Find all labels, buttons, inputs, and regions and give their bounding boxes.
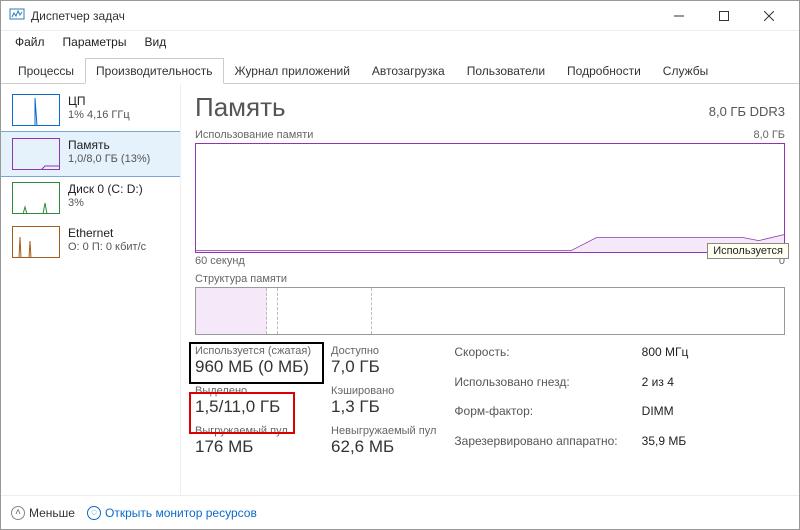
spec-speed-label: Скорость: bbox=[454, 345, 617, 369]
usage-graph-label: Использование памяти bbox=[195, 129, 313, 141]
spec-form-value: DIMM bbox=[642, 404, 689, 428]
stat-available-value: 7,0 ГБ bbox=[331, 357, 436, 377]
tab-app-history[interactable]: Журнал приложений bbox=[224, 58, 361, 84]
tab-performance[interactable]: Производительность bbox=[85, 58, 223, 84]
spec-reserved-label: Зарезервировано аппаратно: bbox=[454, 434, 617, 458]
spec-slots-value: 2 из 4 bbox=[642, 375, 689, 399]
structure-seg-inuse bbox=[196, 288, 267, 334]
stat-paged-value: 176 МБ bbox=[195, 437, 311, 457]
sidebar-item-sub: 3% bbox=[68, 197, 143, 211]
spec-reserved-value: 35,9 МБ bbox=[642, 434, 689, 458]
app-icon bbox=[9, 6, 25, 25]
stat-committed-label: Выделено bbox=[195, 385, 311, 397]
resmon-icon: ◌ bbox=[87, 506, 101, 520]
memory-capacity: 8,0 ГБ DDR3 bbox=[709, 104, 785, 119]
disk-thumb-icon bbox=[12, 182, 60, 214]
structure-seg-free bbox=[372, 288, 784, 334]
memory-usage-graph[interactable] bbox=[195, 143, 785, 253]
footer: ˄ Меньше ◌ Открыть монитор ресурсов bbox=[1, 495, 799, 529]
sidebar-item-label: Ethernet bbox=[68, 226, 146, 241]
fewer-details-button[interactable]: ˄ Меньше bbox=[11, 506, 75, 520]
stat-inuse-label: Используется (сжатая) bbox=[195, 345, 311, 357]
minimize-button[interactable] bbox=[656, 1, 701, 31]
content-area: ЦП 1% 4,16 ГГц Память 1,0/8,0 ГБ (13%) Д… bbox=[1, 84, 799, 495]
window-title: Диспетчер задач bbox=[31, 9, 125, 23]
spec-slots-label: Использовано гнезд: bbox=[454, 375, 617, 399]
sidebar-item-ethernet[interactable]: Ethernet О: 0 П: 0 кбит/с bbox=[1, 220, 180, 264]
open-resmon-link[interactable]: ◌ Открыть монитор ресурсов bbox=[87, 506, 257, 520]
cpu-thumb-icon bbox=[12, 94, 60, 126]
usage-graph-timespan: 60 секунд bbox=[195, 255, 245, 267]
stat-inuse-value: 960 МБ (0 МБ) bbox=[195, 357, 311, 377]
stat-committed-value: 1,5/11,0 ГБ bbox=[195, 397, 311, 417]
stat-cached-label: Кэшировано bbox=[331, 385, 436, 397]
sidebar-item-sub: О: 0 П: 0 кбит/с bbox=[68, 241, 146, 255]
sidebar-item-cpu[interactable]: ЦП 1% 4,16 ГГц bbox=[1, 88, 180, 132]
menu-view[interactable]: Вид bbox=[136, 33, 174, 51]
stat-nonpaged-value: 62,6 МБ bbox=[331, 437, 436, 457]
tooltip: Используется bbox=[707, 243, 789, 259]
menu-options[interactable]: Параметры bbox=[55, 33, 135, 51]
sidebar-item-label: Диск 0 (C: D:) bbox=[68, 182, 143, 197]
stat-paged-label: Выгружаемый пул bbox=[195, 425, 311, 437]
maximize-button[interactable] bbox=[701, 1, 746, 31]
resmon-label: Открыть монитор ресурсов bbox=[105, 506, 257, 520]
fewer-label: Меньше bbox=[29, 506, 75, 520]
tab-processes[interactable]: Процессы bbox=[7, 58, 85, 84]
structure-seg-modified bbox=[267, 288, 279, 334]
close-button[interactable] bbox=[746, 1, 791, 31]
stat-nonpaged-label: Невыгружаемый пул bbox=[331, 425, 436, 437]
sidebar-item-memory[interactable]: Память 1,0/8,0 ГБ (13%) bbox=[1, 132, 180, 176]
menu-bar: Файл Параметры Вид bbox=[1, 31, 799, 53]
tab-startup[interactable]: Автозагрузка bbox=[361, 58, 456, 84]
tab-details[interactable]: Подробности bbox=[556, 58, 652, 84]
memory-stats-block: Используется (сжатая) 960 МБ (0 МБ) Дост… bbox=[195, 345, 436, 457]
memory-thumb-icon bbox=[12, 138, 60, 170]
stat-available-label: Доступно bbox=[331, 345, 436, 357]
memory-structure-graph[interactable] bbox=[195, 287, 785, 335]
spec-form-label: Форм-фактор: bbox=[454, 404, 617, 428]
sidebar-item-disk[interactable]: Диск 0 (C: D:) 3% bbox=[1, 176, 180, 220]
memory-detail-pane: Память 8,0 ГБ DDR3 Использование памяти … bbox=[181, 84, 799, 495]
stat-cached-value: 1,3 ГБ bbox=[331, 397, 436, 417]
ethernet-thumb-icon bbox=[12, 226, 60, 258]
sidebar-item-sub: 1,0/8,0 ГБ (13%) bbox=[68, 153, 150, 167]
usage-graph-max: 8,0 ГБ bbox=[753, 129, 785, 141]
memory-specs-table: Скорость: 800 МГц Использовано гнезд: 2 … bbox=[454, 345, 688, 457]
menu-file[interactable]: Файл bbox=[7, 33, 53, 51]
page-title: Память bbox=[195, 92, 286, 123]
tab-bar: Процессы Производительность Журнал прило… bbox=[1, 53, 799, 84]
structure-label: Структура памяти bbox=[195, 273, 785, 285]
tab-services[interactable]: Службы bbox=[652, 58, 719, 84]
spec-speed-value: 800 МГц bbox=[642, 345, 689, 369]
tab-users[interactable]: Пользователи bbox=[456, 58, 556, 84]
sidebar-item-label: ЦП bbox=[68, 94, 130, 109]
sidebar-item-sub: 1% 4,16 ГГц bbox=[68, 109, 130, 123]
structure-seg-standby bbox=[278, 288, 372, 334]
chevron-up-icon: ˄ bbox=[11, 506, 25, 520]
performance-sidebar: ЦП 1% 4,16 ГГц Память 1,0/8,0 ГБ (13%) Д… bbox=[1, 84, 181, 495]
window-controls bbox=[656, 1, 791, 31]
sidebar-item-label: Память bbox=[68, 138, 150, 153]
title-bar: Диспетчер задач bbox=[1, 1, 799, 31]
